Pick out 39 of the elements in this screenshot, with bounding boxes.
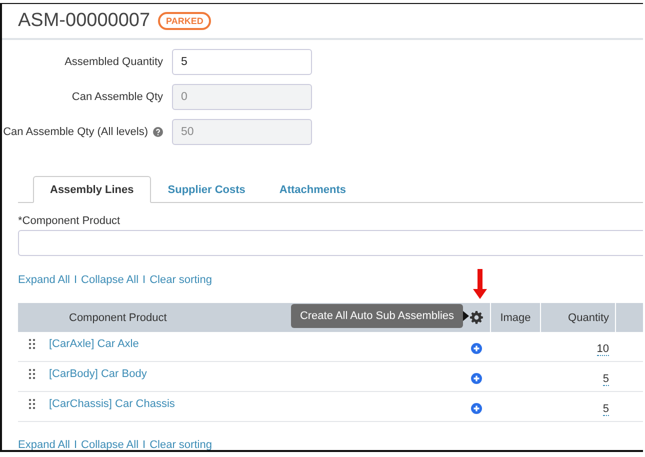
add-icon[interactable]: [470, 403, 482, 414]
link[interactable]: Expand All: [18, 274, 70, 286]
link[interactable]: Collapse All: [81, 439, 139, 450]
add-icon[interactable]: [470, 343, 482, 354]
link[interactable]: Clear sorting: [150, 274, 212, 286]
link[interactable]: Collapse All: [81, 274, 139, 286]
quantity-value[interactable]: 10: [596, 342, 609, 356]
field-label: Can Assemble Qty (All levels): [3, 126, 148, 138]
component-product-field[interactable]: [18, 230, 643, 256]
quantity-value[interactable]: 5: [602, 372, 609, 386]
field-label: Can Assemble Qty: [72, 91, 163, 103]
quantity-value[interactable]: 5: [602, 402, 609, 416]
gear-icon[interactable]: [470, 311, 482, 324]
tab[interactable]: Assembly Lines: [33, 176, 151, 203]
drag-handle-icon[interactable]: [28, 399, 34, 409]
record-title: ASM-00000007: [18, 10, 150, 32]
separator: I: [74, 439, 78, 450]
separator: I: [74, 274, 78, 286]
down-arrow-icon: [473, 269, 487, 299]
column-header[interactable]: Quantity: [540, 303, 615, 332]
drag-handle-icon[interactable]: [28, 339, 34, 349]
tooltip-pointer-icon: [463, 311, 469, 321]
link[interactable]: Expand All: [18, 439, 70, 450]
field-label: *Component Product: [18, 215, 122, 227]
tooltip: Create All Auto Sub Assemblies: [291, 304, 463, 328]
column-header[interactable]: Image: [490, 303, 540, 332]
product-link[interactable]: [CarBody] Car Body: [49, 368, 147, 380]
tab[interactable]: Supplier Costs: [150, 176, 262, 203]
add-icon[interactable]: [470, 373, 482, 384]
tab[interactable]: Attachments: [262, 176, 364, 203]
drag-handle-icon[interactable]: [28, 369, 34, 379]
status-badge: PARKED: [158, 12, 212, 30]
product-link[interactable]: [CarChassis] Car Chassis: [49, 398, 175, 410]
link[interactable]: Clear sorting: [150, 439, 212, 450]
separator: I: [142, 439, 146, 450]
input-field[interactable]: 5: [172, 49, 312, 75]
product-link[interactable]: [CarAxle] Car Axle: [49, 338, 139, 350]
separator: I: [142, 274, 146, 286]
field-label: Assembled Quantity: [64, 56, 163, 68]
